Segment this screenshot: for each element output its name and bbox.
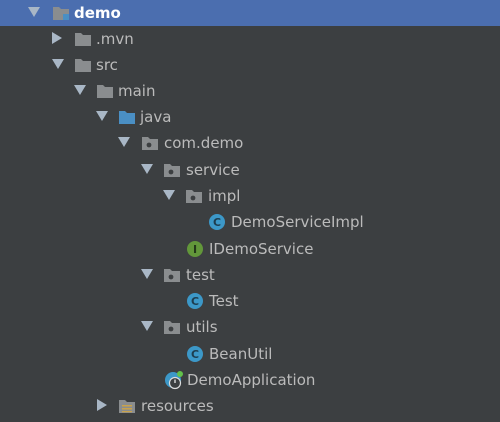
collapse-arrow-icon[interactable] [97,399,107,411]
class-icon: C [208,213,226,231]
package-icon [185,188,203,204]
tree-item-label: DemoServiceImpl [231,213,364,231]
expand-arrow-icon[interactable] [96,111,108,121]
interface-icon: I [186,240,204,258]
tree-item-com-demo[interactable]: com.demo [0,130,500,156]
tree-item-label: .mvn [96,30,134,48]
package-icon [163,267,181,283]
tree-item-demo-service-impl[interactable]: C DemoServiceImpl [0,209,500,235]
tree-item-test[interactable]: test [0,262,500,288]
resources-folder-icon [118,398,136,414]
tree-item-bean-util[interactable]: C BeanUtil [0,341,500,367]
expand-arrow-icon[interactable] [52,59,64,69]
tree-item-label: DemoApplication [187,371,316,389]
tree-item-src[interactable]: src [0,52,500,78]
expand-arrow-icon[interactable] [28,7,40,17]
package-icon [163,162,181,178]
package-icon [163,319,181,335]
tree-item-label: utils [186,318,218,336]
tree-item-main[interactable]: main [0,78,500,104]
tree-item-idemo-service[interactable]: I IDemoService [0,236,500,262]
class-icon: C [186,292,204,310]
tree-item-label: test [186,266,215,284]
expand-arrow-icon[interactable] [74,85,86,95]
source-folder-icon [118,109,136,125]
expand-arrow-icon[interactable] [141,164,153,174]
svg-text:C: C [191,295,199,308]
package-icon [141,135,159,151]
svg-text:C: C [191,348,199,361]
tree-item-demo[interactable]: demo [0,0,500,26]
class-icon: C [186,345,204,363]
tree-item-demo-application[interactable]: DemoApplication [0,367,500,393]
tree-item-label: IDemoService [209,240,314,258]
folder-icon [74,31,92,47]
folder-icon [74,57,92,73]
tree-item-impl[interactable]: impl [0,183,500,209]
collapse-arrow-icon[interactable] [52,32,62,44]
svg-text:I: I [193,243,197,256]
tree-item-label: BeanUtil [209,345,273,363]
tree-item-utils[interactable]: utils [0,314,500,340]
expand-arrow-icon[interactable] [141,269,153,279]
project-tree: demo .mvn src main java com.demo service… [0,0,500,422]
tree-item-label: impl [208,187,241,205]
tree-item-label: service [186,161,240,179]
module-folder-icon [52,5,70,21]
svg-text:C: C [213,216,221,229]
tree-item-label: java [140,108,172,126]
spring-boot-class-icon [164,370,184,390]
tree-item-label: demo [74,4,121,22]
expand-arrow-icon[interactable] [163,190,175,200]
folder-icon [96,83,114,99]
tree-item-label: main [118,82,156,100]
tree-item-label: Test [209,292,239,310]
expand-arrow-icon[interactable] [141,321,153,331]
expand-arrow-icon[interactable] [118,137,130,147]
tree-item-test-class[interactable]: C Test [0,288,500,314]
tree-item-service[interactable]: service [0,157,500,183]
tree-item-label: com.demo [164,134,244,152]
tree-item-label: resources [141,397,214,415]
tree-item-label: src [96,56,118,74]
tree-item-mvn[interactable]: .mvn [0,26,500,52]
tree-item-resources[interactable]: resources [0,393,500,419]
tree-item-java[interactable]: java [0,104,500,130]
